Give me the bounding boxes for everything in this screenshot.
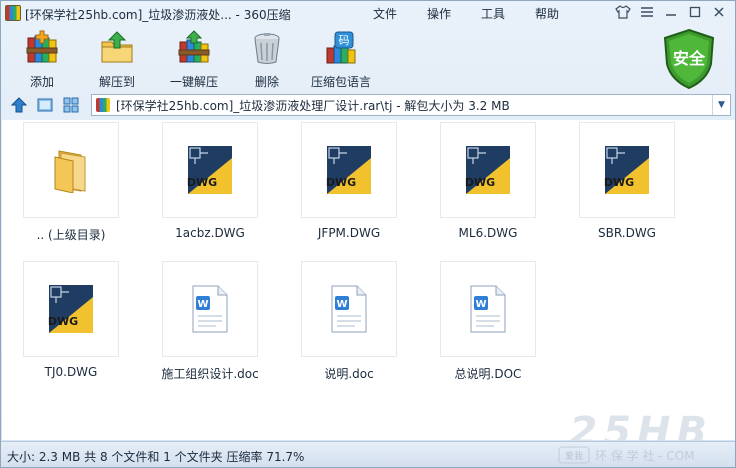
title-bar: [环保学社25hb.com]_垃圾渗沥液处... - 360压缩 文件 操作 工… [1, 1, 735, 25]
one-click-extract-label: 一键解压 [169, 75, 218, 89]
dwg-file-icon: DWG [604, 146, 649, 194]
archive-language-icon: 码 [326, 31, 356, 64]
toolbar: 添加 解压到 一键解压 删除 码 压缩包语言 安全 [1, 26, 735, 90]
file-name: ML6.DWG [458, 226, 518, 240]
delete-label: 删除 [254, 75, 279, 89]
language-badge: 码 [339, 34, 350, 47]
one-click-extract-icon [178, 30, 210, 63]
dwg-badge: DWG [326, 176, 356, 189]
app-logo-icon [5, 5, 21, 21]
shield-icon: 安全 [663, 28, 715, 90]
file-thumb: DWG [301, 122, 397, 218]
watermark-subtitle: 爱我 环 保 学 社 - COM [558, 446, 695, 464]
file-thumb: W [162, 261, 258, 357]
file-thumb: DWG [23, 261, 119, 357]
file-name: TJ0.DWG [44, 365, 98, 379]
window-title: [环保学社25hb.com]_垃圾渗沥液处... - 360压缩 [25, 8, 291, 22]
trash-icon [254, 33, 280, 64]
list-item[interactable]: DWG 1acbz.DWG [155, 122, 265, 240]
dwg-file-icon: DWG [326, 146, 371, 194]
extract-to-label: 解压到 [98, 75, 135, 89]
file-thumb: DWG [162, 122, 258, 218]
extract-to-button[interactable]: 解压到 [82, 30, 152, 90]
minimize-button[interactable] [661, 3, 681, 21]
archive-icon [96, 98, 110, 112]
add-button[interactable]: 添加 [7, 30, 77, 90]
skin-shirt-icon[interactable] [613, 3, 633, 21]
file-thumb [23, 122, 119, 218]
maximize-button[interactable] [685, 3, 705, 21]
doc-file-icon: W [331, 285, 367, 333]
svg-text:W: W [475, 299, 486, 310]
list-item[interactable]: DWG JFPM.DWG [294, 122, 404, 240]
address-bar[interactable]: [环保学社25hb.com]_垃圾渗沥液处理厂设计.rar\tj - 解包大小为… [91, 94, 731, 116]
svg-text:W: W [336, 299, 347, 310]
menu-tools[interactable]: 工具 [481, 5, 505, 22]
watermark-subtitle-text: 环 保 学 社 - COM [595, 448, 695, 463]
folder-icon [54, 150, 86, 193]
large-icon-view-icon[interactable] [37, 97, 53, 113]
address-path: [环保学社25hb.com]_垃圾渗沥液处理厂设计.rar\tj - 解包大小为… [116, 98, 510, 113]
menu-help[interactable]: 帮助 [535, 5, 559, 22]
file-thumb: DWG [579, 122, 675, 218]
dwg-file-icon: DWG [48, 285, 93, 333]
add-label: 添加 [29, 75, 54, 89]
security-shield[interactable]: 安全 [661, 28, 717, 90]
file-name: 施工组织设计.doc [161, 367, 259, 381]
dwg-badge: DWG [48, 315, 78, 328]
list-item[interactable]: DWG TJ0.DWG [16, 261, 126, 379]
up-arrow-icon[interactable] [11, 97, 27, 113]
file-name: 1acbz.DWG [175, 226, 245, 240]
add-books-icon [26, 30, 58, 63]
extract-to-folder-icon [101, 31, 133, 63]
file-thumb: DWG [440, 122, 536, 218]
dwg-badge: DWG [187, 176, 217, 189]
list-item[interactable]: W 总说明.DOC [433, 261, 543, 382]
watermark-badge: 爱我 [565, 451, 583, 462]
file-list: .. (上级目录) DWG 1acbz.DWG DWG JFPM.DWG DWG… [2, 120, 735, 440]
window-controls [613, 3, 729, 21]
menu-bar: 文件 操作 工具 帮助 [373, 5, 589, 22]
menu-file[interactable]: 文件 [373, 5, 397, 22]
address-row: [环保学社25hb.com]_垃圾渗沥液处理厂设计.rar\tj - 解包大小为… [1, 93, 735, 117]
doc-file-icon: W [192, 285, 228, 333]
grid-view-icon[interactable] [63, 97, 79, 113]
archive-language-label: 压缩包语言 [310, 75, 371, 89]
dwg-badge: DWG [465, 176, 495, 189]
file-name: 说明.doc [324, 367, 374, 381]
dwg-file-icon: DWG [187, 146, 232, 194]
doc-file-icon: W [470, 285, 506, 333]
file-name: 总说明.DOC [454, 367, 522, 381]
list-item[interactable]: DWG SBR.DWG [572, 122, 682, 240]
file-thumb: W [301, 261, 397, 357]
status-bar: 大小: 2.3 MB 共 8 个文件和 1 个文件夹 压缩率 71.7% 爱我 … [1, 441, 735, 467]
archive-language-button[interactable]: 码 压缩包语言 [306, 30, 376, 90]
list-item[interactable]: DWG ML6.DWG [433, 122, 543, 240]
svg-text:W: W [197, 299, 208, 310]
app-window: [环保学社25hb.com]_垃圾渗沥液处... - 360压缩 文件 操作 工… [0, 0, 736, 468]
menu-operation[interactable]: 操作 [427, 5, 451, 22]
menu-lines-icon[interactable] [637, 3, 657, 21]
list-item[interactable]: .. (上级目录) [16, 122, 126, 243]
status-text: 大小: 2.3 MB 共 8 个文件和 1 个文件夹 压缩率 71.7% [7, 450, 305, 464]
dwg-file-icon: DWG [465, 146, 510, 194]
file-name: JFPM.DWG [317, 226, 381, 240]
one-click-extract-button[interactable]: 一键解压 [159, 30, 229, 90]
file-name: SBR.DWG [598, 226, 656, 240]
list-item[interactable]: W 施工组织设计.doc [155, 261, 265, 382]
list-item[interactable]: W 说明.doc [294, 261, 404, 382]
file-name: .. (上级目录) [36, 228, 106, 242]
dwg-badge: DWG [604, 176, 634, 189]
delete-button[interactable]: 删除 [232, 30, 302, 90]
security-label: 安全 [673, 49, 706, 68]
chevron-down-icon[interactable]: ▼ [712, 95, 730, 115]
file-thumb: W [440, 261, 536, 357]
close-button[interactable] [709, 3, 729, 21]
